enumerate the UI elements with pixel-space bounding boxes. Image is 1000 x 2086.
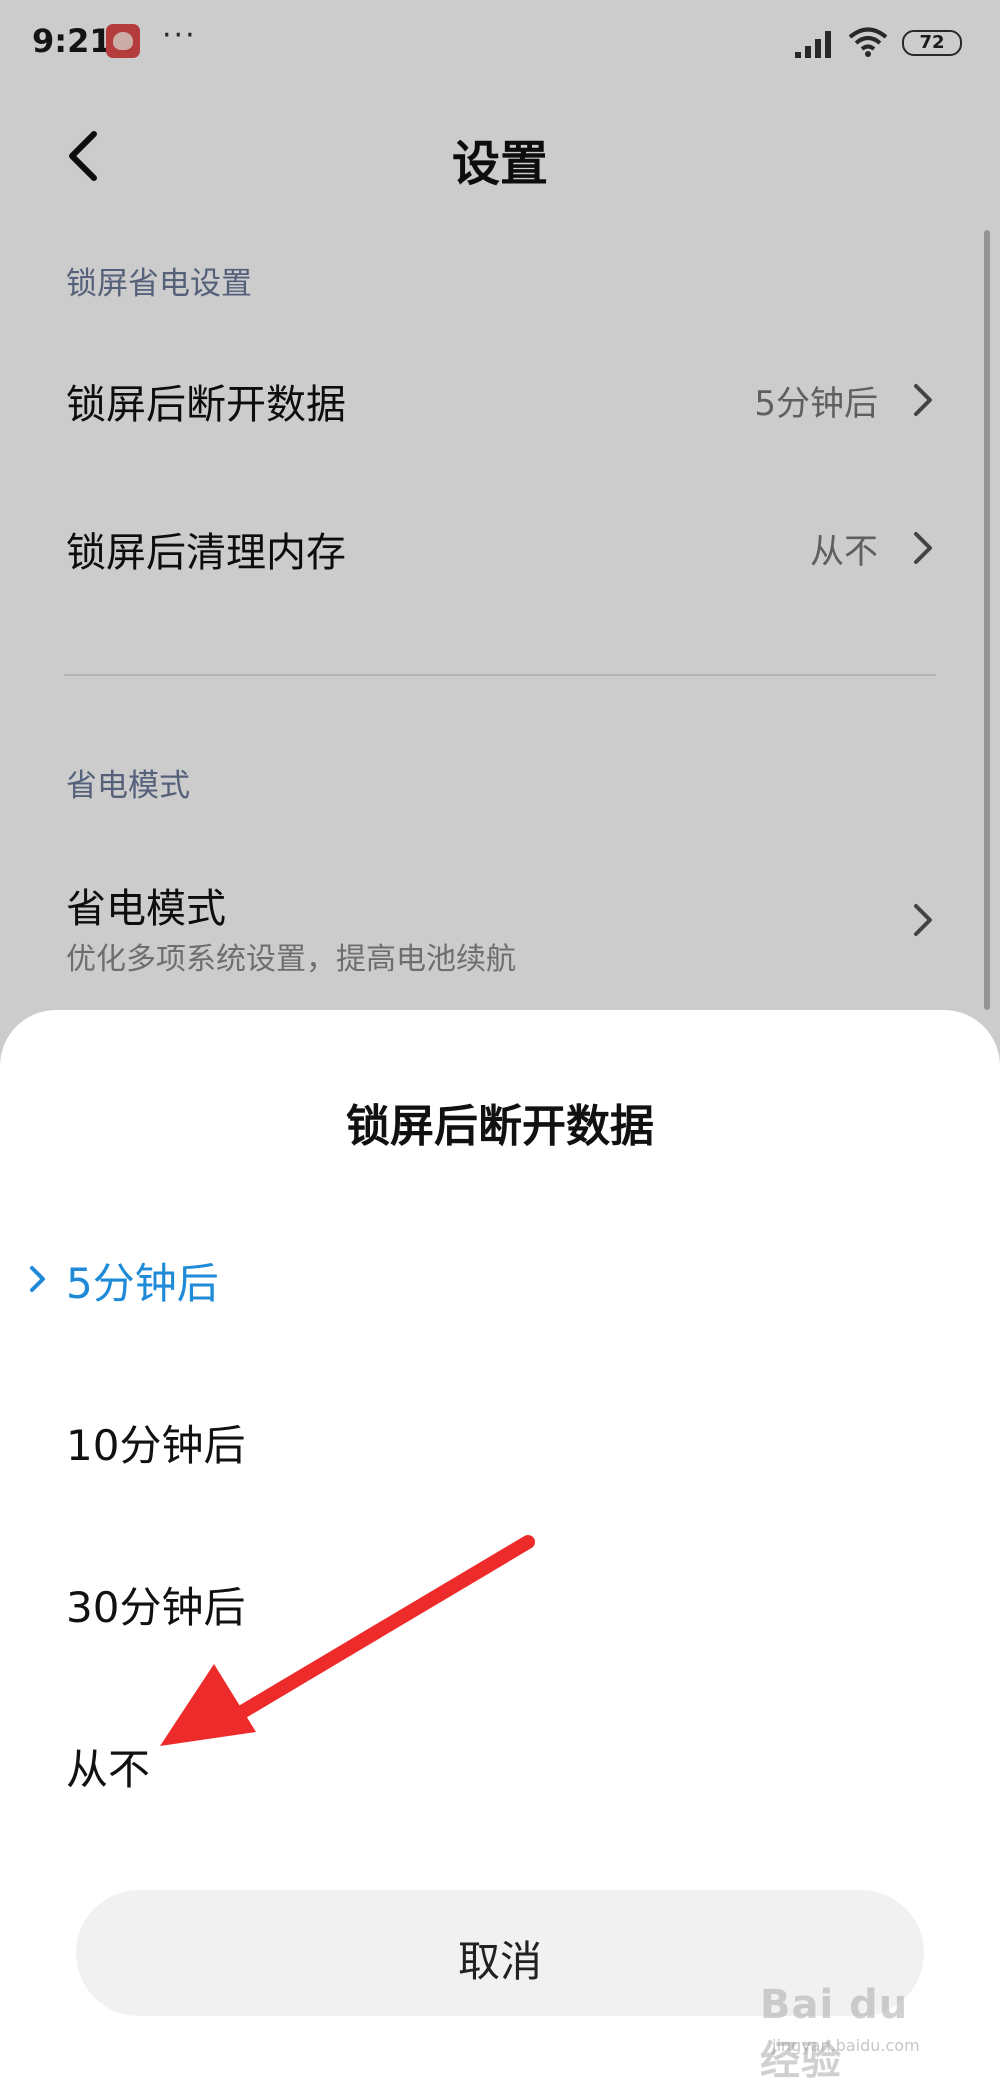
red-arrow-icon [160,1535,535,1746]
option-label: 从不 [66,1745,151,1794]
settings-screen: 9:21 ··· 72 设置 锁屏省电设置 锁屏后断开数据 5分钟后 锁屏后清理… [0,0,1000,2084]
watermark-url: jingyan.baidu.com [772,2036,920,2055]
option-label: 10分钟后 [66,1421,246,1470]
option-label: 5分钟后 [66,1259,219,1308]
option-10-minutes[interactable]: 10分钟后 [0,1376,1000,1496]
option-5-minutes[interactable]: 5分钟后 [0,1214,1000,1334]
baidu-jingyan-watermark: Bai du 经验 jingyan.baidu.com [760,1962,960,2084]
watermark-text: Bai du 经验 [760,1982,909,2084]
selected-chevron-icon [30,1266,45,1292]
sheet-title: 锁屏后断开数据 [346,1101,654,1152]
